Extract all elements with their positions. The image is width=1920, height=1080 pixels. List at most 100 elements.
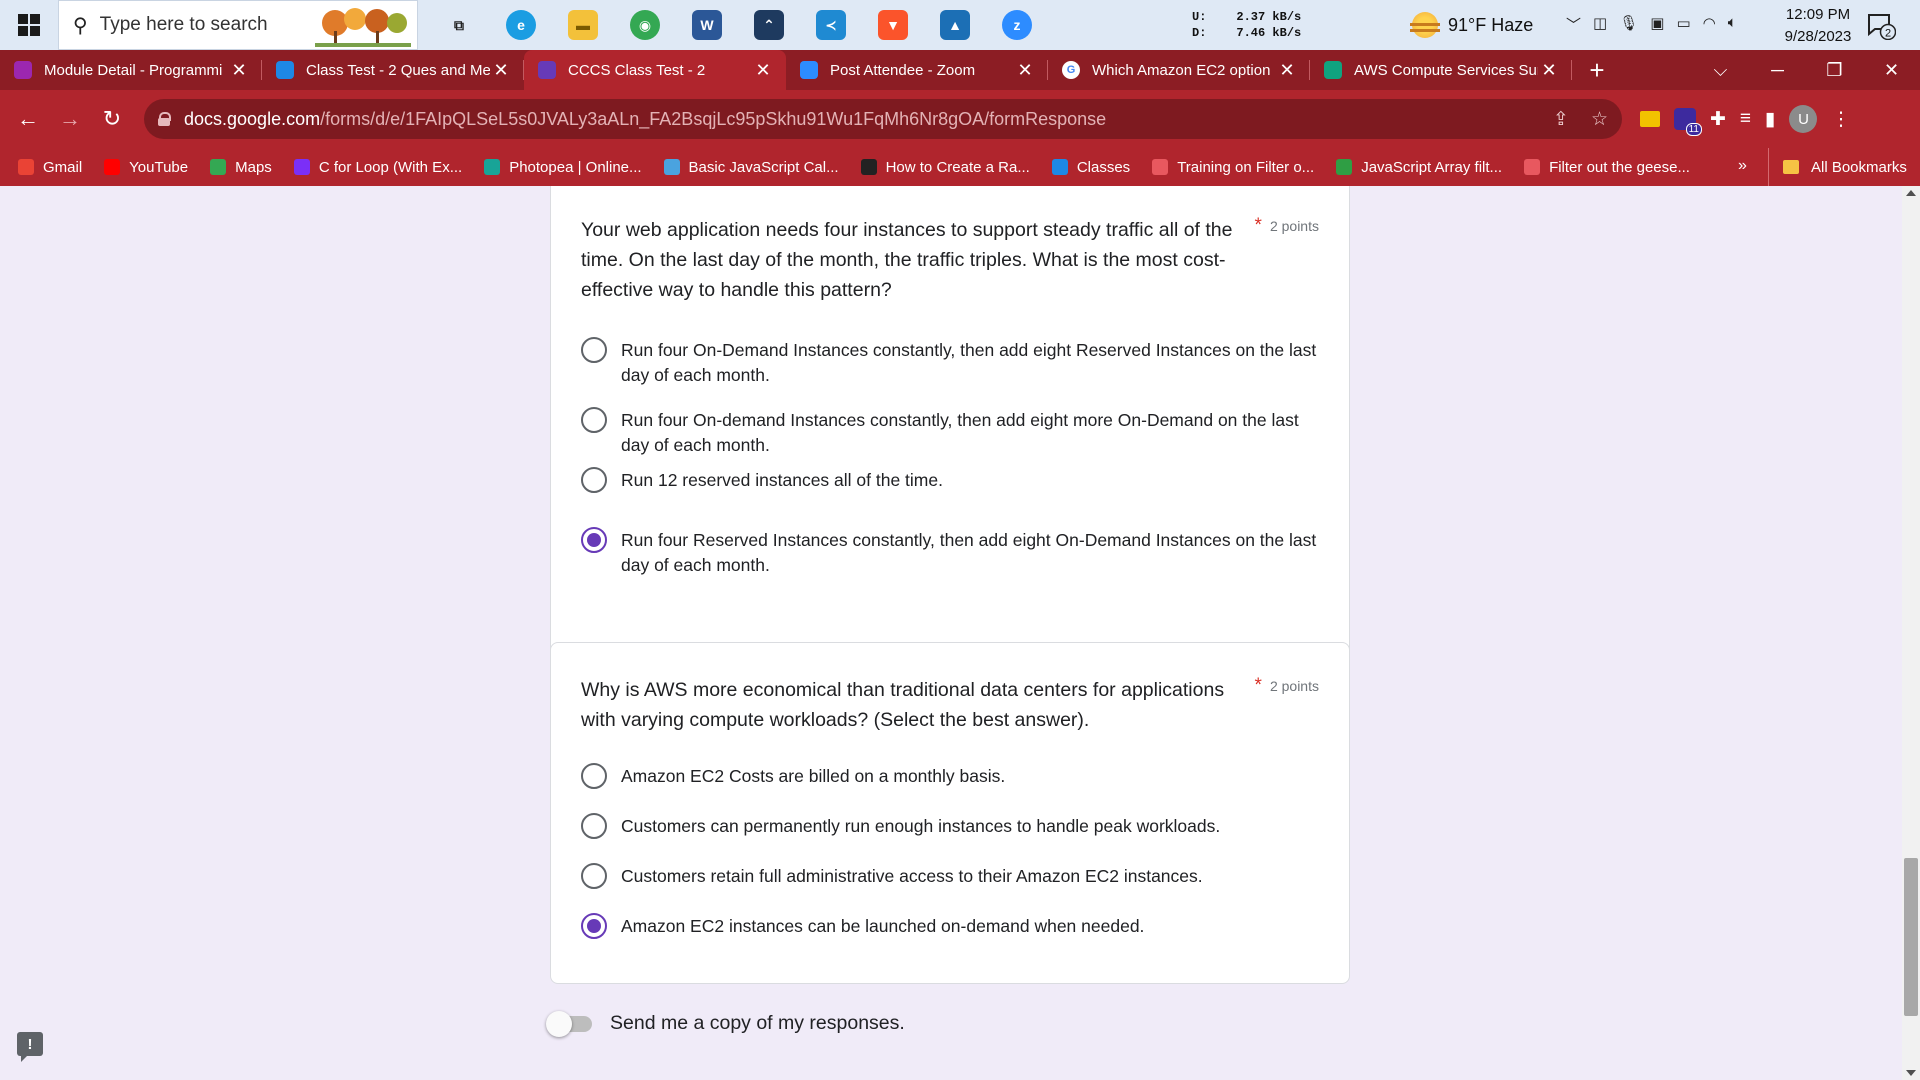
media-controls-icon[interactable]: ≡ [1740,108,1751,130]
windows-logo-icon [18,14,40,36]
camera-icon[interactable]: ◫ [1593,14,1607,35]
radio-button[interactable] [581,813,607,839]
bookmark-item[interactable]: Basic JavaScript Cal... [663,159,839,176]
all-bookmarks-button[interactable]: All Bookmarks [1768,148,1907,186]
lock-icon[interactable] [158,112,171,126]
taskbar-app-brave[interactable]: ▼ [862,0,924,50]
tab-search-chevron-icon[interactable]: ⌵ [1692,50,1749,90]
extension-tag-icon[interactable] [1640,111,1660,127]
bookmark-item[interactable]: Maps [210,159,272,176]
q2-option[interactable]: Amazon EC2 instances can be launched on-… [581,913,1321,939]
display-icon[interactable]: ▣ [1650,14,1664,35]
weather-widget[interactable]: 91°F Haze [1410,12,1533,38]
battery-icon[interactable]: ▭ [1676,14,1690,35]
browser-toolbar: ← → ↻ docs.google.com/forms/d/e/1FAIpQLS… [0,90,1920,148]
send-copy-toggle[interactable] [546,1010,592,1037]
profile-avatar[interactable]: U [1789,105,1818,133]
radio-button[interactable] [581,407,607,433]
taskbar-app-terminal[interactable]: ⌃ [738,0,800,50]
system-clock[interactable]: 12:09 PM 9/28/2023 [1768,4,1868,48]
bookmark-item[interactable]: Classes [1051,159,1130,176]
taskbar-app-edge[interactable]: e [490,0,552,50]
taskbar-app-chrome[interactable]: ◉ [614,0,676,50]
share-icon[interactable]: ⇪ [1553,108,1569,131]
q1-option[interactable]: Run four Reserved Instances constantly, … [581,527,1321,578]
bookmark-item[interactable]: YouTube [104,159,188,176]
extension-shield-icon[interactable]: 11 [1674,108,1702,136]
restore-button[interactable]: ❐ [1806,50,1863,90]
taskbar-app-zoom[interactable]: z [986,0,1048,50]
bookmark-label: Photopea | Online... [509,158,642,176]
bookmark-item[interactable]: C for Loop (With Ex... [293,159,462,176]
q1-option[interactable]: Run four On-demand Instances constantly,… [581,407,1321,458]
tab-close-icon[interactable]: ✕ [1014,60,1036,81]
taskbar-app-word[interactable]: W [676,0,738,50]
taskbar-app-file-explorer[interactable]: ▬ [552,0,614,50]
option-label: Run four On-Demand Instances constantly,… [621,340,1317,385]
radio-button[interactable] [581,337,607,363]
browser-tab[interactable]: G Which Amazon EC2 option ✕ [1048,50,1310,90]
bookmark-item[interactable]: Training on Filter o... [1152,159,1314,176]
report-feedback-icon[interactable]: ! [17,1032,43,1062]
taskbar-app-task-view[interactable]: ⧉ [428,0,490,50]
start-button[interactable] [0,0,58,50]
taskbar-search-box[interactable]: ⚲ Type here to search [58,0,418,50]
extensions-puzzle-icon[interactable]: ✚ [1710,108,1726,131]
q2-option[interactable]: Customers can permanently run enough ins… [581,813,1321,839]
side-panel-icon[interactable]: ▮ [1765,108,1775,131]
back-button[interactable]: ← [8,99,48,139]
tab-close-icon[interactable]: ✕ [490,60,512,81]
bookmark-item[interactable]: Photopea | Online... [484,158,642,176]
q1-option[interactable]: Run four On-Demand Instances constantly,… [581,337,1321,388]
bookmark-item[interactable]: How to Create a Ra... [860,159,1030,176]
q2-option[interactable]: Customers retain full administrative acc… [581,863,1321,889]
radio-button[interactable] [581,467,607,493]
address-bar[interactable]: docs.google.com/forms/d/e/1FAIpQLSeL5s0J… [144,99,1622,139]
browser-tab[interactable]: AWS Compute Services Sum ✕ [1310,50,1572,90]
notification-center-icon[interactable]: 2 [1866,12,1896,40]
scrollbar-thumb[interactable] [1904,858,1918,1016]
bookmark-item[interactable]: Gmail [18,159,82,176]
close-window-button[interactable]: ✕ [1863,50,1920,90]
tab-close-icon[interactable]: ✕ [752,60,774,81]
bookmark-item[interactable]: JavaScript Array filt... [1336,159,1502,176]
radio-button[interactable] [581,863,607,889]
download-speed: 7.46 kB/s [1236,26,1302,40]
q1-option[interactable]: Run 12 reserved instances all of the tim… [581,467,1321,493]
scroll-down-arrow-icon[interactable] [1906,1070,1916,1076]
bookmark-item[interactable]: Filter out the geese... [1524,159,1690,176]
bookmark-star-icon[interactable]: ☆ [1591,108,1608,131]
forward-button[interactable]: → [50,99,90,139]
show-hidden-icons-chevron-icon[interactable]: ﹀ [1566,14,1581,35]
radio-button-selected[interactable] [581,913,607,939]
tab-close-icon[interactable]: ✕ [1538,60,1560,81]
question-1-points: * 2 points [1255,215,1319,237]
microphone-icon[interactable]: 🎙︎ [1619,14,1638,35]
scroll-up-arrow-icon[interactable] [1906,190,1916,196]
browser-tab-active[interactable]: CCCS Class Test - 2 ✕ [524,50,786,90]
bookmark-favicon-icon [484,159,501,175]
bookmark-favicon-icon [210,159,227,175]
bookmark-favicon-icon [104,159,121,175]
browser-menu-icon[interactable]: ⋮ [1831,108,1850,131]
browser-tab[interactable]: Post Attendee - Zoom ✕ [786,50,1048,90]
volume-icon[interactable]: 🔈︎ [1728,14,1737,35]
q2-option[interactable]: Amazon EC2 Costs are billed on a monthly… [581,763,1321,789]
send-copy-label: Send me a copy of my responses. [610,1012,905,1034]
new-tab-button[interactable]: + [1572,50,1622,90]
browser-tab[interactable]: Class Test - 2 Ques and Mea ✕ [262,50,524,90]
radio-button-selected[interactable] [581,527,607,553]
reload-button[interactable]: ↻ [92,99,132,139]
radio-button[interactable] [581,763,607,789]
page-scrollbar[interactable] [1902,186,1920,1080]
minimize-button[interactable]: ─ [1749,50,1806,90]
browser-tab[interactable]: Module Detail - Programmi ✕ [0,50,262,90]
taskbar-app-vscode[interactable]: ≺ [800,0,862,50]
tab-close-icon[interactable]: ✕ [228,60,250,81]
wifi-icon[interactable]: ◠ [1703,14,1716,35]
tab-close-icon[interactable]: ✕ [1276,60,1298,81]
bookmark-favicon-icon [1336,159,1353,175]
more-bookmarks-chevron[interactable]: » [1738,157,1747,175]
taskbar-app-photos[interactable]: ▲ [924,0,986,50]
tab-favicon-icon [14,61,32,79]
